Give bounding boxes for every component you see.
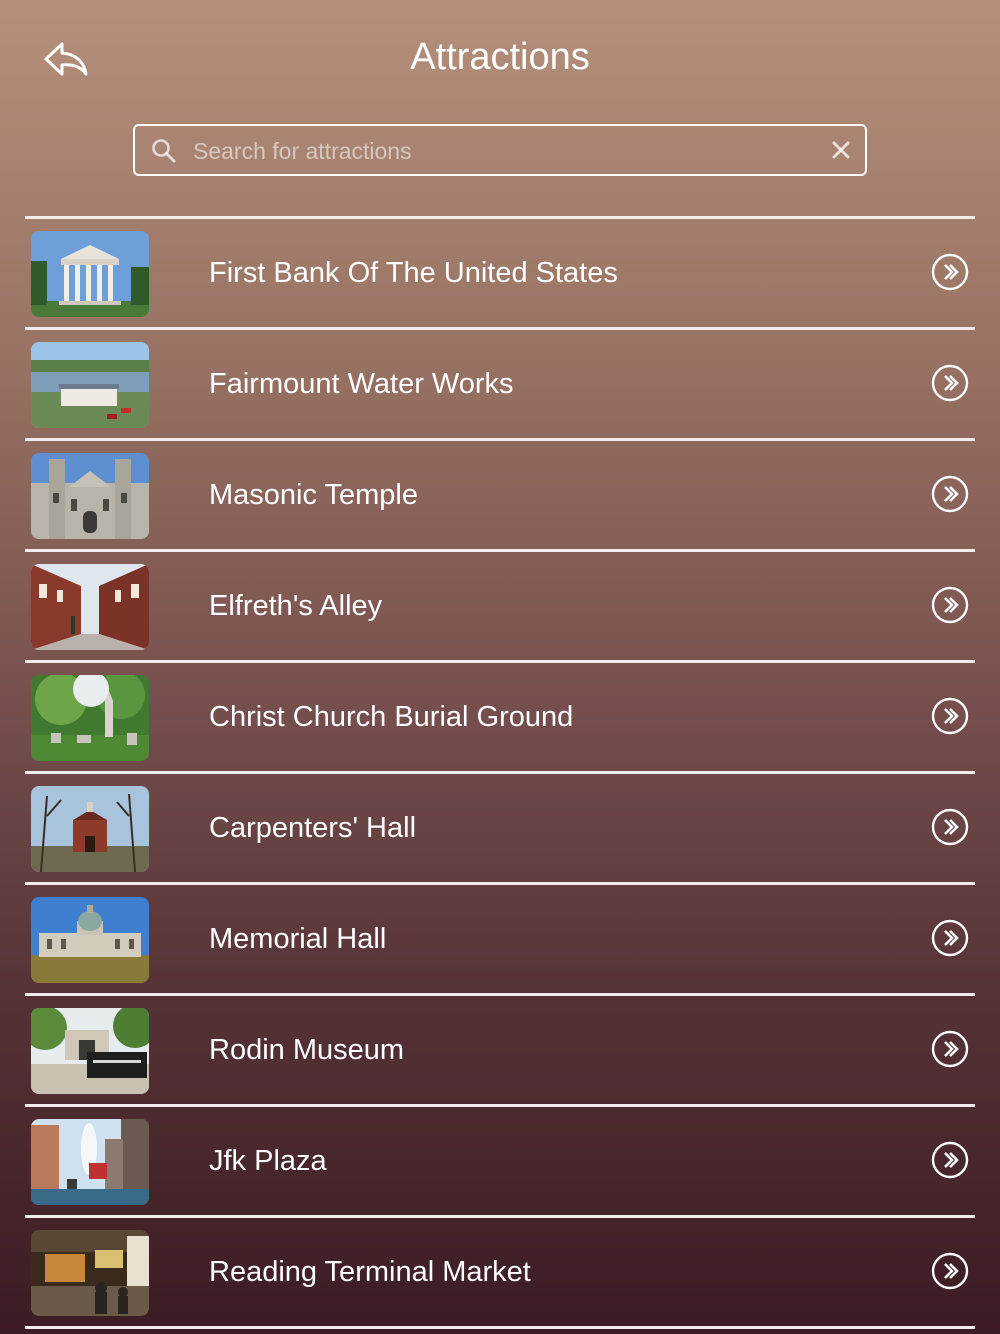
attraction-name: First Bank Of The United States <box>209 257 618 289</box>
list-item[interactable]: Jfk Plaza <box>25 1107 975 1215</box>
list-item[interactable]: Memorial Hall <box>25 885 975 993</box>
gothic-temple-photo <box>31 453 149 539</box>
list-item[interactable]: Fairmount Water Works <box>25 330 975 438</box>
museum-gate-photo <box>31 1008 149 1094</box>
close-icon[interactable] <box>831 140 851 160</box>
love-fountain-photo <box>31 1119 149 1205</box>
chevron-right-circle-icon[interactable] <box>931 697 969 735</box>
brick-alley-photo <box>31 564 149 650</box>
brick-hall-photo <box>31 786 149 872</box>
list-item[interactable]: First Bank Of The United States <box>25 219 975 327</box>
chevron-right-circle-icon[interactable] <box>931 253 969 291</box>
list-item[interactable]: Reading Terminal Market <box>25 1218 975 1326</box>
chevron-right-circle-icon[interactable] <box>931 919 969 957</box>
list-item[interactable]: Christ Church Burial Ground <box>25 663 975 771</box>
search-input[interactable] <box>191 126 815 176</box>
search-bar[interactable] <box>133 124 867 176</box>
cemetery-photo <box>31 675 149 761</box>
attraction-name: Carpenters' Hall <box>209 812 417 844</box>
domed-hall-photo <box>31 897 149 983</box>
attraction-name: Rodin Museum <box>209 1034 405 1066</box>
chevron-right-circle-icon[interactable] <box>931 364 969 402</box>
list-item[interactable]: Masonic Temple <box>25 441 975 549</box>
neoclassical-bank-photo <box>31 231 149 317</box>
chevron-right-circle-icon[interactable] <box>931 1141 969 1179</box>
attraction-name: Reading Terminal Market <box>209 1256 531 1288</box>
attractions-list: First Bank Of The United States Fairmoun… <box>25 216 975 1329</box>
search-icon <box>152 139 176 163</box>
list-item[interactable]: Elfreth's Alley <box>25 552 975 660</box>
attraction-name: Memorial Hall <box>209 923 387 955</box>
divider <box>25 1326 975 1329</box>
market-interior-photo <box>31 1230 149 1316</box>
list-item[interactable]: Rodin Museum <box>25 996 975 1104</box>
chevron-right-circle-icon[interactable] <box>931 586 969 624</box>
header: Attractions <box>0 0 1000 110</box>
chevron-right-circle-icon[interactable] <box>931 1030 969 1068</box>
attraction-name: Jfk Plaza <box>209 1145 327 1177</box>
riverside-water-works-photo <box>31 342 149 428</box>
list-item[interactable]: Carpenters' Hall <box>25 774 975 882</box>
attraction-name: Christ Church Burial Ground <box>209 701 574 733</box>
attraction-name: Fairmount Water Works <box>209 368 514 400</box>
attraction-name: Elfreth's Alley <box>209 590 383 622</box>
chevron-right-circle-icon[interactable] <box>931 1252 969 1290</box>
chevron-right-circle-icon[interactable] <box>931 475 969 513</box>
chevron-right-circle-icon[interactable] <box>931 808 969 846</box>
attraction-name: Masonic Temple <box>209 479 419 511</box>
page-title: Attractions <box>410 36 590 78</box>
